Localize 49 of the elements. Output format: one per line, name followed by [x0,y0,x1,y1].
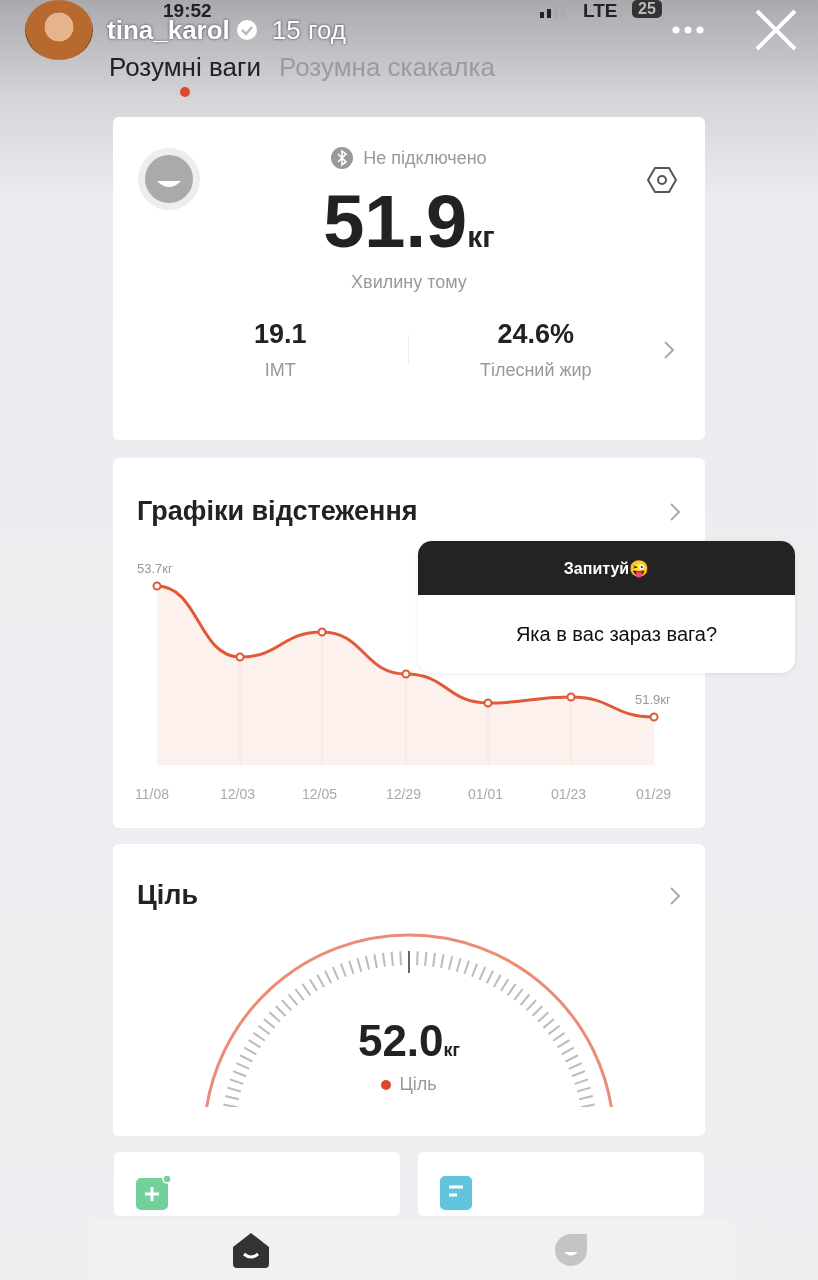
axis-label: 01/01 [468,786,504,802]
card-title: Ціль [137,880,198,911]
metric-value: 24.6% [497,319,575,350]
note-icon [440,1174,472,1210]
close-icon[interactable] [754,8,798,52]
question-text: Яка в вас зараз вага? [514,621,719,647]
measured-time: Хвилину тому [351,272,467,293]
point-label: 51.9кг [635,692,671,707]
axis-label: 12/29 [386,786,422,802]
axis-label: 12/03 [220,786,256,802]
axis-label: 01/29 [636,786,672,802]
legend-label: Ціль [399,1074,437,1095]
more-icon[interactable] [672,26,704,34]
chevron-right-icon[interactable] [669,501,681,522]
chevron-right-icon[interactable] [669,885,681,906]
network-label: LTE [583,0,618,22]
goal-value: 52.0 [357,1016,444,1066]
chevron-right-icon[interactable] [663,340,675,360]
point-label: 53.7кг [137,561,173,576]
signal-icon [540,4,566,18]
battery-level: 25 [632,0,662,18]
drop-icon [554,1233,588,1267]
home-icon [232,1232,270,1268]
weight-value: 51.9 [323,179,468,264]
status-time: 19:52 [163,0,212,21]
bluetooth-icon [331,147,354,169]
nav-button[interactable] [232,1232,270,1268]
goal-unit: кг [443,1040,461,1061]
axis-label: 12/05 [302,786,338,802]
metric-value: 19.1 [253,319,307,350]
selected-dot [179,87,190,97]
axis-label: 01/23 [551,786,587,802]
axis-label: 11/08 [135,786,169,802]
legend-dot [381,1079,392,1090]
tab[interactable]: Розумні ваги [109,52,261,97]
weight-unit: кг [467,220,495,254]
question-sticker[interactable]: Запитуй😜 Яка в вас зараз вага? [418,541,795,673]
card-title: Графіки відстеження [137,496,418,527]
device-avatar-icon [137,147,201,211]
post-age: 15 год [271,14,346,46]
connection-status: Не підключено [363,147,487,169]
metric-label: ІМТ [264,360,296,381]
shortcut-card[interactable] [418,1152,704,1216]
add-icon [136,1174,172,1210]
settings-icon[interactable] [647,165,677,195]
verified-icon [235,19,258,41]
shortcut-card[interactable] [114,1152,400,1216]
metric-label: Тілесний жир [479,360,592,381]
sticker-header: Запитуй😜 [418,541,795,595]
